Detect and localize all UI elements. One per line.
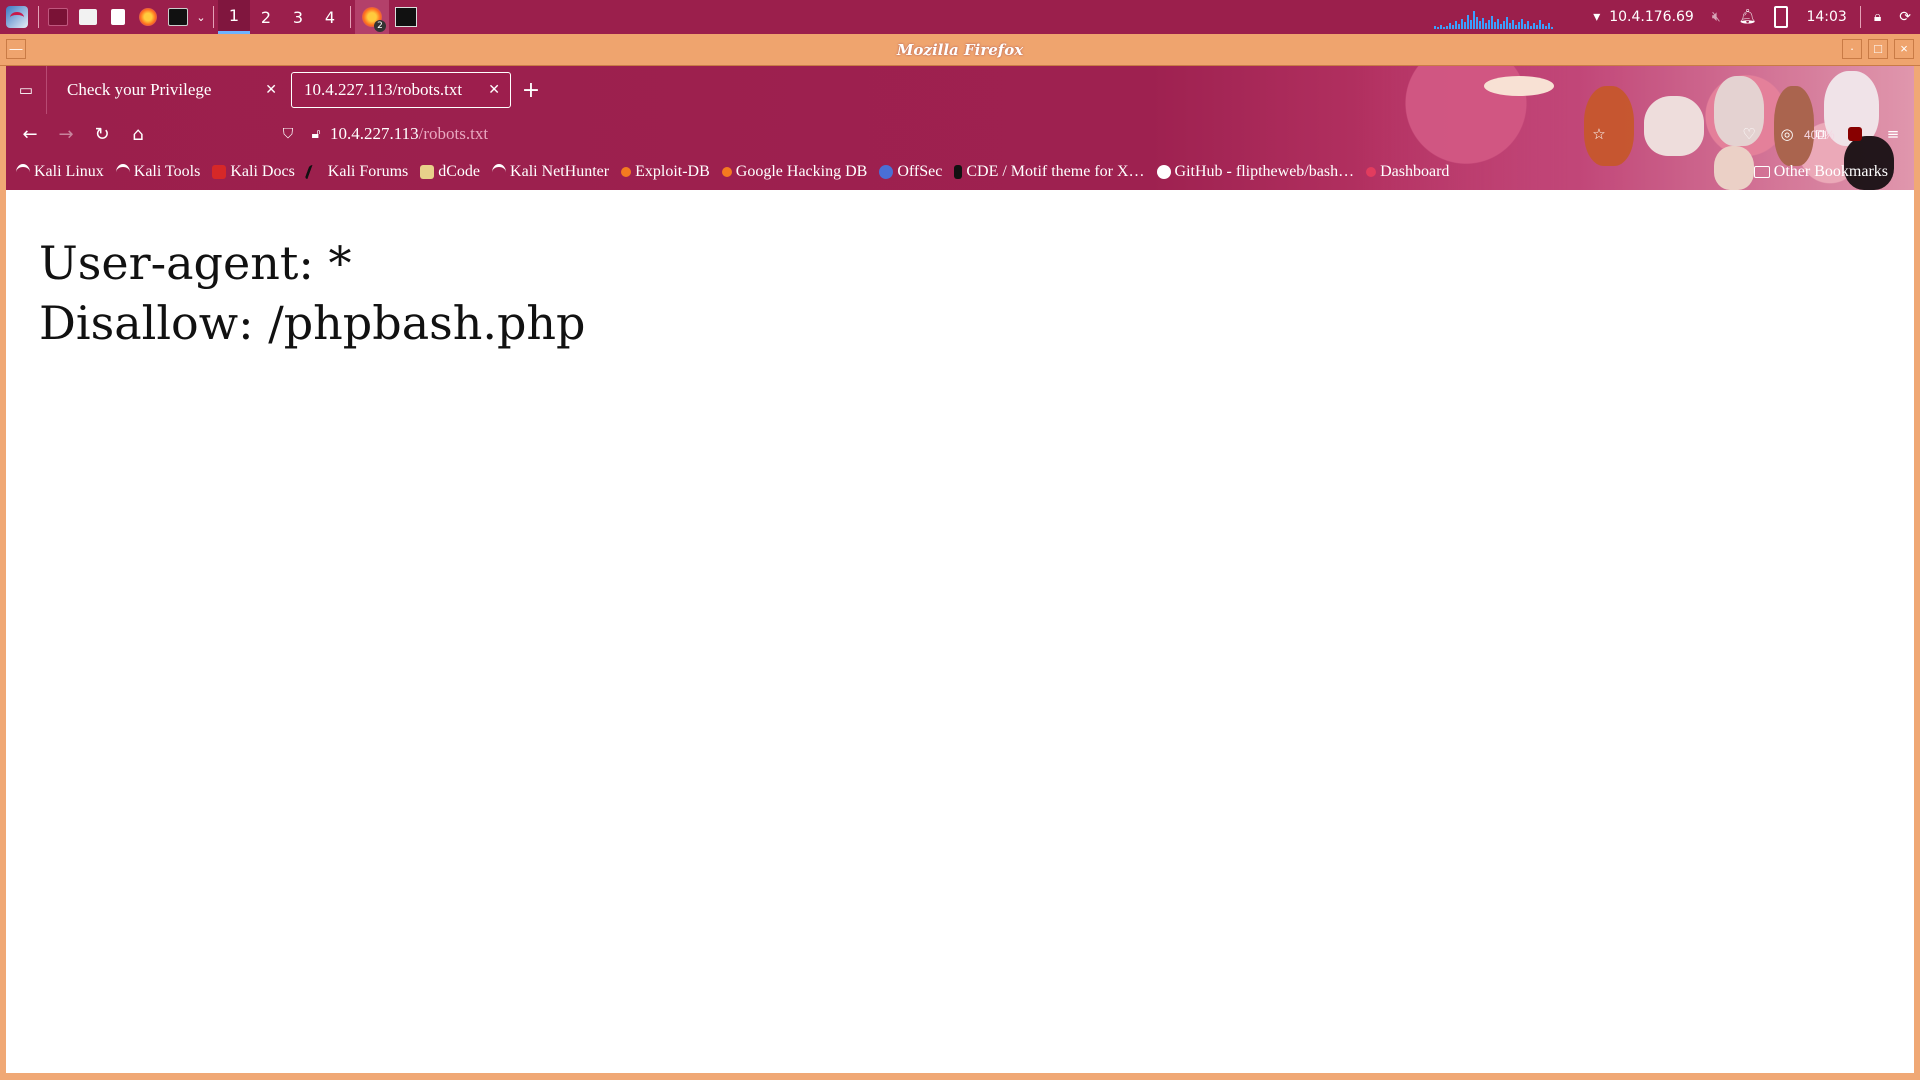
tab-label: Check your Privilege — [67, 80, 212, 99]
tab-label: 10.4.227.113/robots.txt — [304, 80, 463, 99]
github-icon — [1156, 165, 1171, 179]
firefox-launcher-icon[interactable] — [133, 0, 163, 34]
volume-muted-icon[interactable]: 🔇︎ — [1703, 0, 1730, 34]
bookmark-kali-tools[interactable]: Kali Tools — [115, 163, 200, 181]
home-button[interactable]: ⌂ — [120, 116, 156, 152]
workspace-1[interactable]: 1 — [218, 0, 250, 34]
exploitdb-icon — [621, 167, 632, 177]
bookmark-kali-docs[interactable]: Kali Docs — [212, 163, 295, 181]
folder-icon — [1753, 166, 1770, 178]
bookmark-kali-nethunter[interactable]: Kali NetHunter — [492, 163, 609, 181]
workspace-4[interactable]: 4 — [314, 0, 346, 34]
browser-toolbar: ▭ Check your Privilege ✕ 10.4.227.113/ro… — [6, 66, 1914, 190]
minimize-button[interactable]: · — [1842, 39, 1862, 59]
bookmark-google-hacking-db[interactable]: Google Hacking DB — [721, 163, 867, 181]
pocket-icon[interactable]: ♡ — [1734, 118, 1764, 150]
close-tab-icon[interactable]: ✕ — [488, 82, 500, 98]
kali-docs-icon — [212, 165, 227, 179]
tab-check-your-privilege[interactable]: Check your Privilege ✕ — [55, 72, 287, 108]
url-path: /robots.txt — [418, 124, 489, 143]
new-tab-button[interactable]: + — [511, 78, 551, 103]
bookmark-kali-linux[interactable]: Kali Linux — [16, 163, 104, 181]
ublock-icon[interactable] — [1840, 118, 1870, 150]
close-window-button[interactable]: × — [1894, 39, 1914, 59]
firefox-window: — Mozilla Firefox · □ × ▭ Check your Pri… — [0, 34, 1920, 1080]
panel-separator — [350, 6, 351, 28]
workspace-3[interactable]: 3 — [282, 0, 314, 34]
system-tray: ▾ 10.4.176.69 🔇︎ 🔔︎ 14:03 🔒︎ ⟳ — [1434, 0, 1920, 34]
panel-separator — [1859, 6, 1861, 28]
exploitdb-icon — [721, 167, 732, 177]
file-manager-icon[interactable] — [73, 0, 103, 34]
kali-forums-icon — [304, 165, 327, 179]
window-count-badge: 2 — [374, 20, 386, 32]
page-content: User-agent: * Disallow: /phpbash.php — [6, 190, 1914, 1073]
taskbar-terminal[interactable] — [389, 0, 423, 34]
close-tab-icon[interactable]: ✕ — [265, 82, 277, 98]
network-graph — [1434, 5, 1574, 29]
cde-icon — [954, 165, 963, 179]
window-menu-button[interactable]: — — [6, 39, 26, 59]
bookmarks-toolbar: Kali Linux Kali Tools Kali Docs Kali For… — [6, 154, 1914, 190]
bookmark-cde-motif[interactable]: CDE / Motif theme for X… — [954, 163, 1145, 181]
bookmark-github-bash[interactable]: GitHub - flipthеweb/bash… — [1156, 163, 1354, 181]
kali-menu-icon[interactable] — [0, 0, 34, 34]
navigation-bar: ← → ↻ ⌂ ⛉ 🔓︎ 10.4.227.113/robots.txt 400… — [6, 114, 1914, 154]
reload-button[interactable]: ↻ — [84, 116, 120, 152]
forward-button[interactable]: → — [48, 116, 84, 152]
panel-separator — [38, 6, 39, 28]
lock-icon[interactable]: 🔒︎ — [1865, 0, 1890, 34]
back-button[interactable]: ← — [12, 116, 48, 152]
other-bookmarks[interactable]: Other Bookmarks — [1753, 163, 1888, 181]
app-menu-icon[interactable]: ≡ — [1878, 118, 1908, 150]
workspace-2[interactable]: 2 — [250, 0, 282, 34]
logout-icon[interactable]: ⟳ — [1890, 0, 1920, 34]
window-title: Mozilla Firefox — [896, 40, 1024, 59]
ip-address: 10.4.176.69 — [1609, 9, 1694, 25]
kali-icon — [115, 163, 130, 181]
tab-robots-txt[interactable]: 10.4.227.113/robots.txt ✕ — [291, 72, 511, 108]
bookmark-star-icon[interactable]: ☆ — [1584, 118, 1614, 150]
taskbar-firefox[interactable]: 2 — [355, 0, 389, 34]
battery-icon[interactable] — [1765, 0, 1797, 34]
robots-line-disallow: Disallow: /phpbash.php — [39, 296, 586, 350]
top-panel: ⌄ 1 2 3 4 2 ▾ 10.4.176.69 🔇︎ 🔔︎ 14:03 🔒︎… — [0, 0, 1920, 34]
account-icon[interactable]: ◎ — [1772, 118, 1802, 150]
extensions-icon[interactable]: ⧉ — [1806, 118, 1836, 150]
tracking-protection-icon[interactable]: ⛉ — [274, 126, 302, 142]
panel-separator — [213, 6, 214, 28]
bookmark-exploit-db[interactable]: Exploit-DB — [621, 163, 710, 181]
robots-txt-text: User-agent: * Disallow: /phpbash.php — [39, 233, 586, 353]
offsec-icon — [879, 165, 894, 179]
kali-icon — [492, 163, 507, 181]
text-editor-icon[interactable] — [103, 0, 133, 34]
bookmark-dcode[interactable]: dCode — [420, 163, 480, 181]
terminal-launcher-icon[interactable] — [163, 0, 193, 34]
dcode-icon — [420, 165, 435, 179]
window-titlebar[interactable]: — Mozilla Firefox · □ × — [0, 34, 1920, 66]
notifications-icon[interactable]: 🔔︎ — [1730, 0, 1766, 34]
tab-strip: ▭ Check your Privilege ✕ 10.4.227.113/ro… — [6, 66, 1914, 114]
kali-icon — [16, 163, 30, 181]
bookmark-offsec[interactable]: OffSec — [879, 163, 942, 181]
terminal-icon — [395, 7, 417, 27]
url-host: 10.4.227.113 — [330, 124, 419, 143]
list-all-tabs-icon[interactable]: ▭ — [6, 66, 47, 114]
network-wifi-icon[interactable]: ▾ — [1584, 0, 1609, 34]
maximize-button[interactable]: □ — [1868, 39, 1888, 59]
lock-icon[interactable]: 🔓︎ — [302, 126, 330, 142]
clock[interactable]: 14:03 — [1797, 0, 1855, 34]
url-bar[interactable]: ⛉ 🔓︎ 10.4.227.113/robots.txt 400% — [274, 118, 1835, 150]
robots-line-user-agent: User-agent: * — [39, 236, 352, 290]
chevron-down-icon[interactable]: ⌄ — [193, 0, 209, 34]
bookmark-kali-forums[interactable]: Kali Forums — [304, 163, 408, 181]
show-desktop-icon[interactable] — [43, 0, 73, 34]
dashboard-icon — [1366, 167, 1377, 177]
bookmark-dashboard[interactable]: Dashboard — [1366, 163, 1449, 181]
